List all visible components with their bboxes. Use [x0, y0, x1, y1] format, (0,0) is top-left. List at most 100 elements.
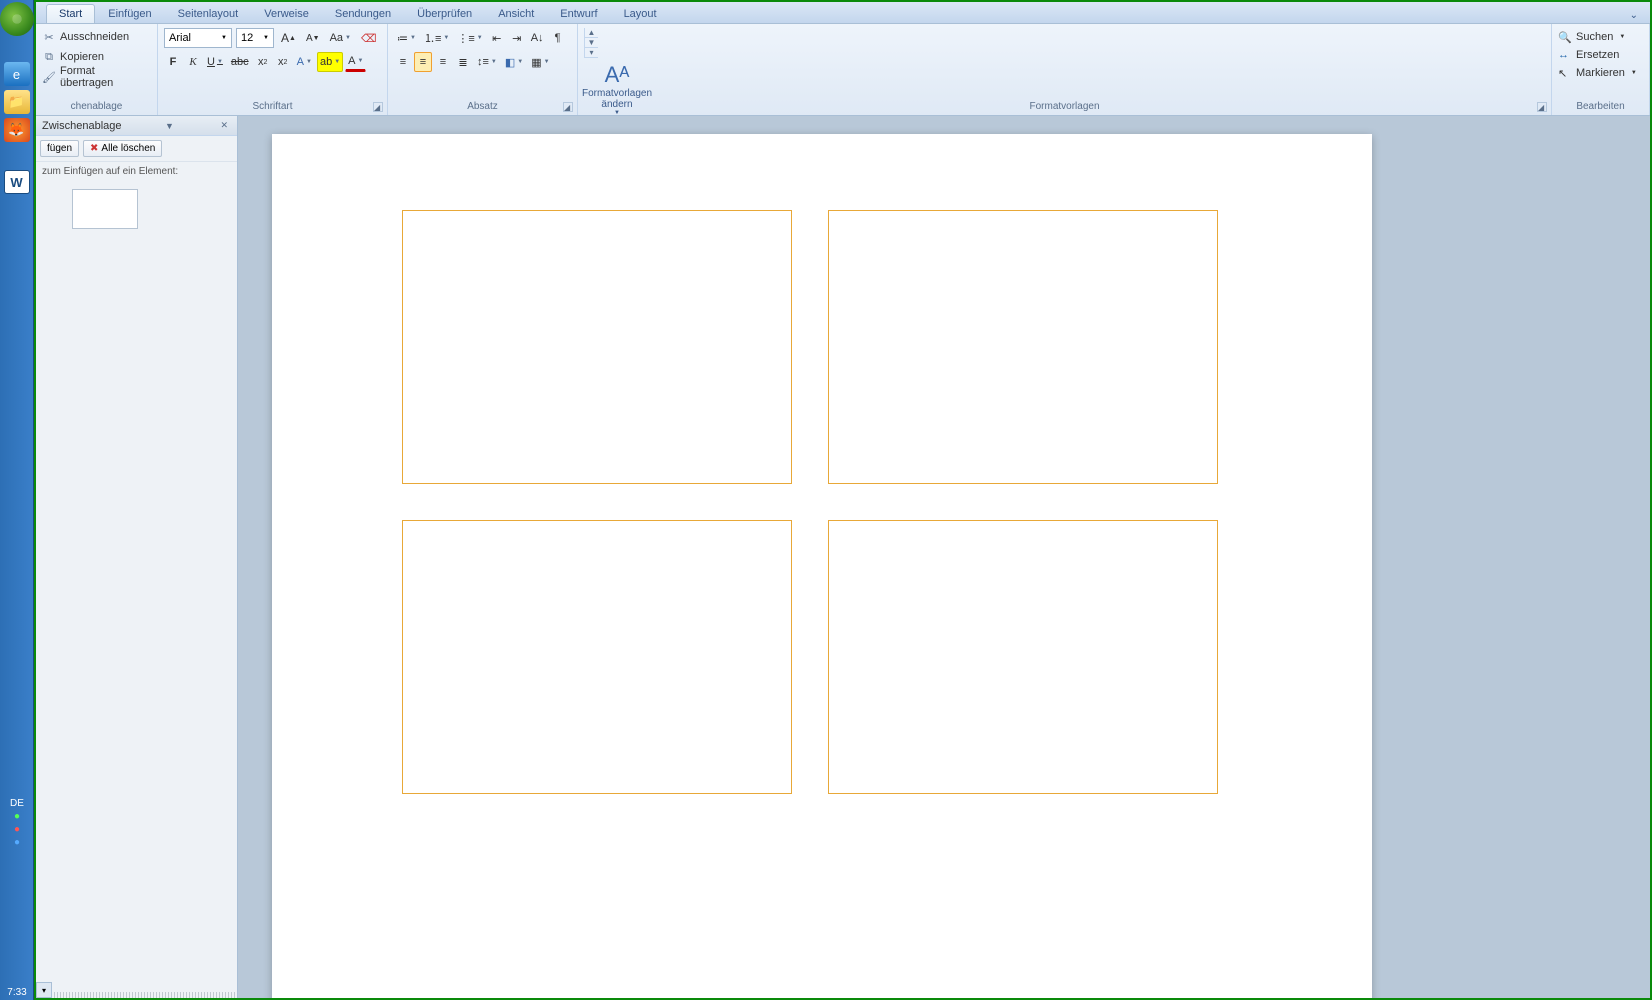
- pane-resize-handle[interactable]: [36, 992, 237, 998]
- sort-button[interactable]: A↓: [528, 28, 547, 48]
- gallery-down-icon[interactable]: ▼: [585, 38, 598, 48]
- show-marks-button[interactable]: ¶: [549, 28, 567, 48]
- binoculars-icon: 🔍: [1558, 31, 1572, 44]
- styles-dialog-launcher[interactable]: ◢: [1537, 102, 1547, 112]
- scissors-icon: ✂: [42, 31, 56, 44]
- justify-button[interactable]: ≣: [454, 52, 472, 72]
- tab-überprüfen[interactable]: Überprüfen: [404, 4, 485, 23]
- shrink-font-button[interactable]: A▼: [303, 28, 323, 48]
- decrease-indent-button[interactable]: ⇤: [488, 28, 506, 48]
- group-title-font: Schriftart: [158, 101, 387, 114]
- align-left-button[interactable]: ≡: [394, 52, 412, 72]
- group-title-paragraph: Absatz: [388, 101, 577, 114]
- change-case-button[interactable]: Aa▼: [327, 28, 354, 48]
- tab-start[interactable]: Start: [46, 4, 95, 23]
- clipboard-pane: Zwischenablage ▼ ✕ fügen ✖Alle löschen z…: [36, 116, 238, 998]
- strikethrough-button[interactable]: abc: [228, 52, 252, 72]
- pane-close-icon[interactable]: ✕: [217, 120, 231, 131]
- taskbar-firefox-icon[interactable]: 🦊: [4, 118, 30, 142]
- text-effects-button[interactable]: A▼: [294, 52, 315, 72]
- tab-seitenlayout[interactable]: Seitenlayout: [165, 4, 252, 23]
- group-title-clipboard: chenablage: [36, 101, 157, 114]
- group-title-styles: Formatvorlagen: [578, 101, 1551, 114]
- highlight-button[interactable]: ab▼: [317, 52, 343, 72]
- clipboard-item[interactable]: [72, 189, 138, 229]
- font-dialog-launcher[interactable]: ◢: [373, 102, 383, 112]
- font-size-select[interactable]: 12▼: [236, 28, 274, 48]
- document-page: [272, 134, 1372, 998]
- gallery-more-icon[interactable]: ▾: [585, 48, 598, 58]
- label-cell[interactable]: [402, 210, 792, 484]
- gallery-up-icon[interactable]: ▲: [585, 28, 598, 38]
- taskbar-explorer-icon[interactable]: 📁: [4, 90, 30, 114]
- tray-icon-3[interactable]: ●: [0, 837, 34, 848]
- clear-formatting-button[interactable]: ⌫: [358, 28, 380, 48]
- superscript-button[interactable]: x2: [274, 52, 292, 72]
- grid-gap: [402, 484, 792, 520]
- ribbon-minimize-icon[interactable]: ⌄: [1626, 8, 1642, 23]
- start-button[interactable]: [0, 2, 34, 36]
- paste-all-button[interactable]: fügen: [40, 140, 79, 157]
- cursor-icon: ↖: [1558, 67, 1572, 80]
- label-cell[interactable]: [828, 520, 1218, 794]
- align-right-button[interactable]: ≡: [434, 52, 452, 72]
- grid-gap: [792, 484, 828, 520]
- subscript-button[interactable]: x2: [254, 52, 272, 72]
- clipboard-items-list: [36, 181, 237, 992]
- find-button[interactable]: 🔍Suchen▼: [1558, 28, 1643, 46]
- taskbar-word-icon[interactable]: W: [4, 170, 30, 194]
- clear-icon: ✖: [90, 143, 98, 154]
- tray-icon-1[interactable]: ●: [0, 811, 34, 822]
- numbering-button[interactable]: ⒈≡▼: [421, 28, 452, 48]
- label-grid: [402, 210, 1218, 794]
- font-name-select[interactable]: Arial▼: [164, 28, 232, 48]
- tab-ansicht[interactable]: Ansicht: [485, 4, 547, 23]
- label-cell[interactable]: [828, 210, 1218, 484]
- ribbon-tabs: StartEinfügenSeitenlayoutVerweiseSendung…: [36, 2, 1650, 24]
- app-body: Zwischenablage ▼ ✕ fügen ✖Alle löschen z…: [36, 116, 1650, 998]
- tab-verweise[interactable]: Verweise: [251, 4, 322, 23]
- underline-button[interactable]: U▼: [204, 52, 226, 72]
- clear-all-button[interactable]: ✖Alle löschen: [83, 140, 162, 157]
- copy-button[interactable]: ⧉Kopieren: [42, 48, 151, 66]
- file-menu-dropdown[interactable]: ▾: [36, 982, 52, 998]
- clipboard-pane-header: Zwischenablage ▼ ✕: [36, 116, 237, 136]
- change-styles-icon: Aᴬ: [605, 62, 630, 88]
- tray-icon-2[interactable]: ●: [0, 824, 34, 835]
- ribbon: ✂Ausschneiden ⧉Kopieren 🖌Format übertrag…: [36, 24, 1650, 116]
- increase-indent-button[interactable]: ⇥: [508, 28, 526, 48]
- tab-entwurf[interactable]: Entwurf: [547, 4, 610, 23]
- pane-dropdown-icon[interactable]: ▼: [162, 121, 177, 131]
- taskbar-clock[interactable]: 7:33: [0, 985, 34, 1000]
- font-color-button[interactable]: A▼: [345, 52, 366, 72]
- bold-button[interactable]: F: [164, 52, 182, 72]
- bullets-button[interactable]: ≔▼: [394, 28, 419, 48]
- group-styles: AaBbCcFettAaBbCcLHervorhe...AaBbCcI¶ Sta…: [578, 24, 1552, 115]
- align-center-button[interactable]: ≡: [414, 52, 432, 72]
- label-cell[interactable]: [402, 520, 792, 794]
- multilevel-button[interactable]: ⋮≡▼: [454, 28, 485, 48]
- paragraph-dialog-launcher[interactable]: ◢: [563, 102, 573, 112]
- shading-button[interactable]: ◧▼: [502, 52, 526, 72]
- borders-button[interactable]: ▦▼: [528, 52, 552, 72]
- format-painter-button[interactable]: 🖌Format übertragen: [42, 68, 151, 86]
- tab-sendungen[interactable]: Sendungen: [322, 4, 404, 23]
- document-scroll-area[interactable]: [238, 116, 1650, 998]
- tab-einfügen[interactable]: Einfügen: [95, 4, 164, 23]
- taskbar-lang[interactable]: DE: [0, 798, 34, 809]
- gallery-scroll: ▲ ▼ ▾: [584, 28, 598, 58]
- clipboard-pane-toolbar: fügen ✖Alle löschen: [36, 136, 237, 162]
- replace-button[interactable]: ↔Ersetzen: [1558, 46, 1643, 64]
- italic-button[interactable]: K: [184, 52, 202, 72]
- group-title-editing: Bearbeiten: [1552, 101, 1649, 114]
- grid-gap: [792, 210, 828, 484]
- taskbar-ie-icon[interactable]: e: [4, 62, 30, 86]
- group-clipboard: ✂Ausschneiden ⧉Kopieren 🖌Format übertrag…: [36, 24, 158, 115]
- group-paragraph: ≔▼ ⒈≡▼ ⋮≡▼ ⇤ ⇥ A↓ ¶ ≡ ≡ ≡ ≣ ↕≡▼ ◧▼ ▦▼ Ab…: [388, 24, 578, 115]
- select-button[interactable]: ↖Markieren▼: [1558, 64, 1643, 82]
- grow-font-button[interactable]: A▲: [278, 28, 299, 48]
- tab-layout[interactable]: Layout: [611, 4, 670, 23]
- cut-button[interactable]: ✂Ausschneiden: [42, 28, 151, 46]
- line-spacing-button[interactable]: ↕≡▼: [474, 52, 500, 72]
- replace-icon: ↔: [1558, 49, 1572, 61]
